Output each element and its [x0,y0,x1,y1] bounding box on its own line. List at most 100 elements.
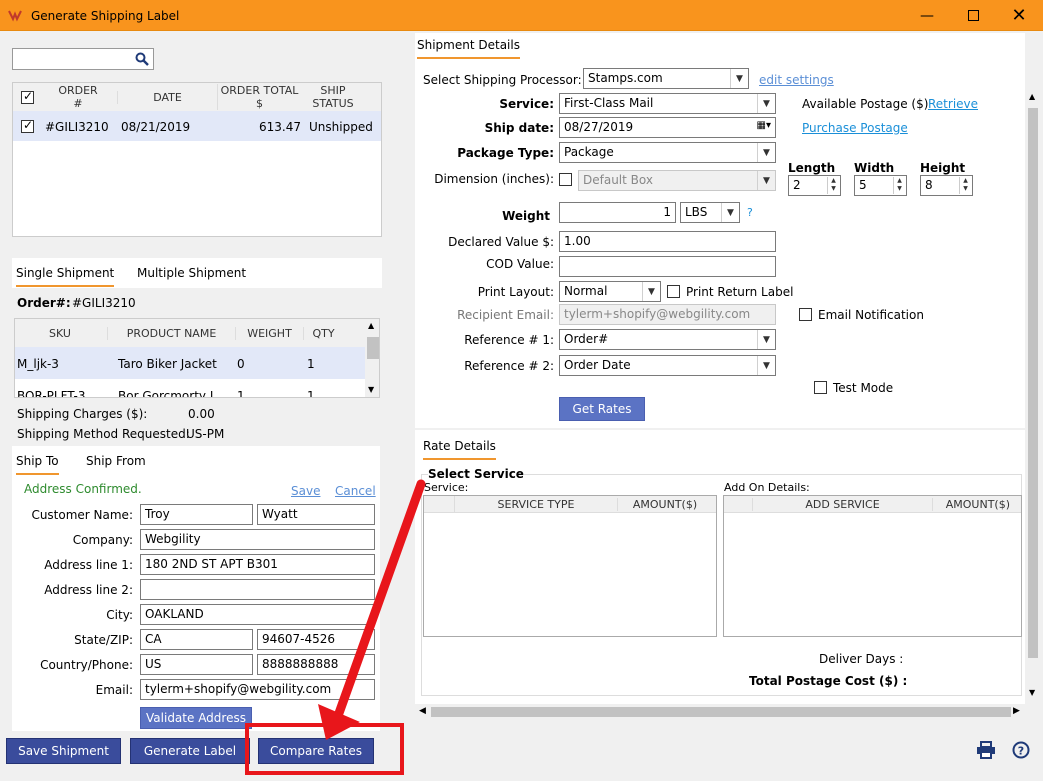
tab-single-shipment[interactable]: Single Shipment [16,266,115,287]
order-search-input[interactable] [12,48,154,70]
tab-ship-to[interactable]: Ship To [16,454,59,475]
col-service-amount: AMOUNT($) [617,498,712,511]
purchase-postage-link[interactable]: Purchase Postage [802,121,908,135]
print-icon[interactable] [976,741,996,759]
generate-label-button[interactable]: Generate Label [130,738,250,764]
right-horizontal-scrollbar[interactable]: ◀ ▶ [415,704,1025,720]
address2-input[interactable] [140,579,375,600]
col-status: SHIP STATUS [312,84,354,110]
col-addon-amount: AMOUNT($) [932,498,1020,511]
minimize-icon[interactable]: — [904,0,950,31]
stepper-arrows-icon[interactable]: ▲ ▼ [827,177,839,194]
weight-input[interactable]: 1 [559,202,676,223]
test-mode-checkbox[interactable] [814,381,827,394]
select-all-checkbox[interactable] [21,89,34,104]
calendar-icon[interactable]: ▦▾ [757,120,771,131]
zip-input[interactable]: 94607-4526 [257,629,375,650]
print-return-label-checkbox[interactable] [667,285,680,298]
dimension-select[interactable]: Default Box ▼ [578,170,776,191]
address-save-link[interactable]: Save [291,484,320,498]
scroll-up-icon[interactable]: ▲ [368,321,374,330]
scroll-up-icon[interactable]: ▲ [1029,92,1035,101]
tab-rate-details[interactable]: Rate Details [423,439,496,460]
col-service-type: SERVICE TYPE [497,498,575,511]
scroll-thumb[interactable] [1028,108,1038,658]
country-input[interactable]: US [140,654,253,675]
row-total: 613.47 [259,120,301,134]
service-select[interactable]: First-Class Mail ▼ [559,93,776,114]
address-cancel-link[interactable]: Cancel [335,484,376,498]
help-icon[interactable]: ? [747,206,753,219]
weight-unit-select[interactable]: LBS ▼ [680,202,740,223]
edit-settings-link[interactable]: edit settings [759,73,834,87]
first-name-input[interactable]: Troy [140,504,253,525]
title-bar[interactable]: Generate Shipping Label — ✕ [0,0,1043,31]
cod-value-input[interactable] [559,256,776,277]
height-stepper[interactable]: 8 ▲ ▼ [920,175,973,196]
right-vertical-scrollbar[interactable]: ▲ ▼ [1025,88,1041,704]
cod-value-label: COD Value: [486,257,554,271]
recipient-email-input[interactable]: tylerm+shopify@webgility.com [559,304,776,325]
height-label: Height [920,161,966,175]
ship-date-input[interactable]: 08/27/2019 ▦▾ [559,117,776,138]
scroll-left-icon[interactable]: ◀ [419,706,426,716]
scroll-down-icon[interactable]: ▼ [1029,688,1035,697]
stepper-arrows-icon[interactable]: ▲ ▼ [893,177,905,194]
address1-input[interactable]: 180 2ND ST APT B301 [140,554,375,575]
col-add-service: ADD SERVICE [752,498,932,511]
service-list-label: Service: [424,481,469,494]
table-row[interactable]: #GILI3210 08/21/2019 613.47 Unshipped [13,111,381,141]
scroll-down-icon[interactable]: ▼ [368,385,374,394]
row-checkbox[interactable] [21,118,34,133]
close-icon[interactable]: ✕ [996,0,1042,31]
maximize-icon[interactable] [950,0,996,31]
city-input[interactable]: OAKLAND [140,604,375,625]
search-icon[interactable] [135,52,149,66]
shipping-charges-value: 0.00 [188,407,215,421]
table-row[interactable]: M_ljk-3 Taro Biker Jacket 0 1 [15,347,365,379]
dimension-label: Dimension (inches): [434,172,554,186]
addon-list[interactable]: ADD SERVICE AMOUNT($) [723,495,1022,637]
country-phone-label: Country/Phone: [40,658,133,672]
tab-multiple-shipment[interactable]: Multiple Shipment [137,266,246,280]
save-shipment-button[interactable]: Save Shipment [6,738,121,764]
company-input[interactable]: Webgility [140,529,375,550]
order-value: #GILI3210 [72,296,136,310]
retrieve-link[interactable]: Retrieve [928,97,978,111]
validate-address-button[interactable]: Validate Address [140,707,252,729]
package-type-select[interactable]: Package ▼ [559,142,776,163]
dimension-checkbox[interactable] [559,173,572,186]
compare-rates-button[interactable]: Compare Rates [258,738,374,764]
reference2-select[interactable]: Order Date ▼ [559,355,776,376]
tab-ship-from[interactable]: Ship From [86,454,146,468]
length-stepper[interactable]: 2 ▲ ▼ [788,175,841,196]
state-input[interactable]: CA [140,629,253,650]
scroll-right-icon[interactable]: ▶ [1013,706,1020,716]
last-name-input[interactable]: Wyatt [257,504,375,525]
get-rates-button[interactable]: Get Rates [559,397,645,421]
help-circle-icon[interactable]: ? [1012,741,1030,759]
processor-select[interactable]: Stamps.com ▼ [583,68,749,89]
order-label: Order#: [17,296,71,310]
table-row[interactable]: BOR-PLFT-3 Bor Gorcmorty I 1 1 [15,379,365,398]
app-logo-icon [8,10,22,22]
declared-value-input[interactable]: 1.00 [559,231,776,252]
reference1-select[interactable]: Order# ▼ [559,329,776,350]
email-notification-checkbox[interactable] [799,308,812,321]
width-stepper[interactable]: 5 ▲ ▼ [854,175,907,196]
scroll-thumb[interactable] [431,707,1011,717]
chevron-down-icon: ▼ [757,356,775,375]
item-weight: 1 [237,389,245,398]
address1-label: Address line 1: [44,558,133,572]
weight-label: Weight [502,209,550,223]
items-scrollbar[interactable]: ▲ ▼ [365,319,379,397]
print-layout-select[interactable]: Normal ▼ [559,281,661,302]
tab-shipment-details[interactable]: Shipment Details [417,38,520,59]
company-label: Company: [72,533,133,547]
email-input[interactable]: tylerm+shopify@webgility.com [140,679,375,700]
scroll-thumb[interactable] [367,337,379,359]
service-list[interactable]: SERVICE TYPE AMOUNT($) [423,495,717,637]
stepper-arrows-icon[interactable]: ▲ ▼ [959,177,971,194]
item-sku: BOR-PLFT-3 [17,389,86,398]
phone-input[interactable]: 8888888888 [257,654,375,675]
